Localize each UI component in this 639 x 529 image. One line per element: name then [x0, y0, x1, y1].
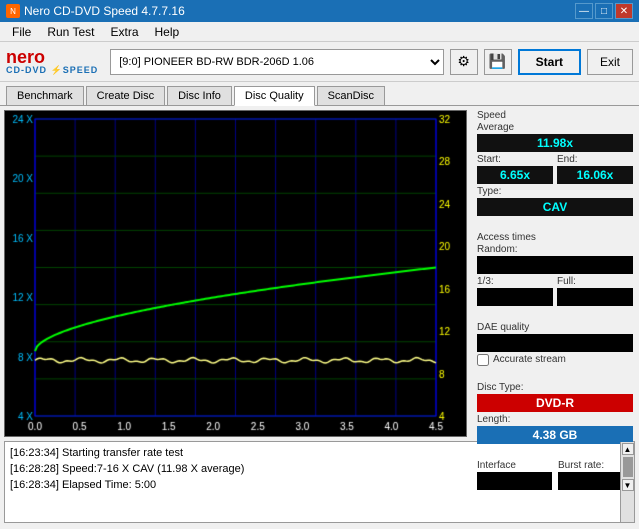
drive-select[interactable]: [9:0] PIONEER BD-RW BDR-206D 1.06 — [110, 49, 443, 75]
tab-disc-info[interactable]: Disc Info — [167, 86, 232, 105]
app-title: Nero CD-DVD Speed 4.7.7.16 — [24, 4, 185, 18]
average-value: 11.98x — [477, 134, 633, 152]
start-button[interactable]: Start — [518, 49, 581, 75]
onethird-value — [477, 288, 553, 306]
speed-section: Speed Average 11.98x Start: 6.65x End: 1… — [477, 110, 633, 216]
onethird-label: 1/3: — [477, 276, 553, 287]
maximize-button[interactable]: □ — [595, 3, 613, 19]
random-value — [477, 256, 633, 274]
menu-help[interactable]: Help — [147, 23, 188, 41]
random-label: Random: — [477, 244, 633, 255]
access-times-section: Access times Random: 1/3: Full: — [477, 232, 633, 306]
menu-run-test[interactable]: Run Test — [39, 23, 102, 41]
tab-scan-disc[interactable]: ScanDisc — [317, 86, 385, 105]
scroll-down-arrow[interactable]: ▼ — [622, 479, 634, 491]
log-content: [16:23:34] Starting transfer rate test [… — [5, 442, 620, 522]
scroll-thumb[interactable] — [623, 457, 633, 477]
chart-container — [4, 110, 467, 437]
minimize-button[interactable]: — — [575, 3, 593, 19]
chart-canvas — [5, 111, 466, 436]
accurate-label: Accurate stream — [493, 354, 566, 365]
end-value: 16.06x — [557, 166, 633, 184]
disc-type-section: Disc Type: DVD-R Length: 4.38 GB — [477, 382, 633, 444]
access-times-label: Access times — [477, 232, 633, 243]
log-area: [16:23:34] Starting transfer rate test [… — [4, 441, 635, 523]
accurate-stream-checkbox[interactable] — [477, 354, 489, 366]
close-button[interactable]: ✕ — [615, 3, 633, 19]
save-icon-btn[interactable]: 💾 — [484, 49, 512, 75]
exit-button[interactable]: Exit — [587, 49, 633, 75]
tab-create-disc[interactable]: Create Disc — [86, 86, 165, 105]
menu-extra[interactable]: Extra — [102, 23, 146, 41]
nero-text: nero — [6, 48, 98, 66]
type-value: CAV — [477, 198, 633, 216]
titlebar: N Nero CD-DVD Speed 4.7.7.16 — □ ✕ — [0, 0, 639, 22]
cpu-section: DAE quality Accurate stream — [477, 322, 633, 366]
length-label: Length: — [477, 414, 633, 425]
start-label: Start: — [477, 154, 553, 165]
log-row-0: [16:23:34] Starting transfer rate test — [10, 445, 615, 461]
disc-type-value: DVD-R — [477, 394, 633, 412]
average-label: Average — [477, 122, 633, 133]
start-value: 6.65x — [477, 166, 553, 184]
accurate-stream-row: Accurate stream — [477, 354, 633, 366]
menu-file[interactable]: File — [4, 23, 39, 41]
titlebar-left: N Nero CD-DVD Speed 4.7.7.16 — [6, 4, 185, 18]
nero-logo: nero CD-DVD ⚡SPEED — [6, 48, 98, 75]
chart-wrapper — [0, 106, 471, 441]
settings-icon-btn[interactable]: ⚙ — [450, 49, 478, 75]
tab-benchmark[interactable]: Benchmark — [6, 86, 84, 105]
main-content: Speed Average 11.98x Start: 6.65x End: 1… — [0, 106, 639, 441]
speed-label: Speed — [477, 110, 633, 121]
log-row-1: [16:28:28] Speed:7-16 X CAV (11.98 X ave… — [10, 461, 615, 477]
dae-value — [477, 334, 633, 352]
menubar: File Run Test Extra Help — [0, 22, 639, 42]
scroll-up-arrow[interactable]: ▲ — [622, 443, 634, 455]
tabs: Benchmark Create Disc Disc Info Disc Qua… — [0, 82, 639, 106]
toolbar: nero CD-DVD ⚡SPEED [9:0] PIONEER BD-RW B… — [0, 42, 639, 82]
end-label: End: — [557, 154, 633, 165]
type-label: Type: — [477, 186, 633, 197]
tab-disc-quality[interactable]: Disc Quality — [234, 86, 315, 106]
dae-label: DAE quality — [477, 322, 633, 333]
disc-type-label: Disc Type: — [477, 382, 633, 393]
nero-subtitle: CD-DVD ⚡SPEED — [6, 66, 98, 75]
log-row-2: [16:28:34] Elapsed Time: 5:00 — [10, 477, 615, 493]
log-scrollbar[interactable]: ▲ ▼ — [620, 442, 634, 522]
full-value — [557, 288, 633, 306]
titlebar-buttons: — □ ✕ — [575, 3, 633, 19]
app-icon: N — [6, 4, 20, 18]
right-panel: Speed Average 11.98x Start: 6.65x End: 1… — [471, 106, 639, 441]
full-label: Full: — [557, 276, 633, 287]
